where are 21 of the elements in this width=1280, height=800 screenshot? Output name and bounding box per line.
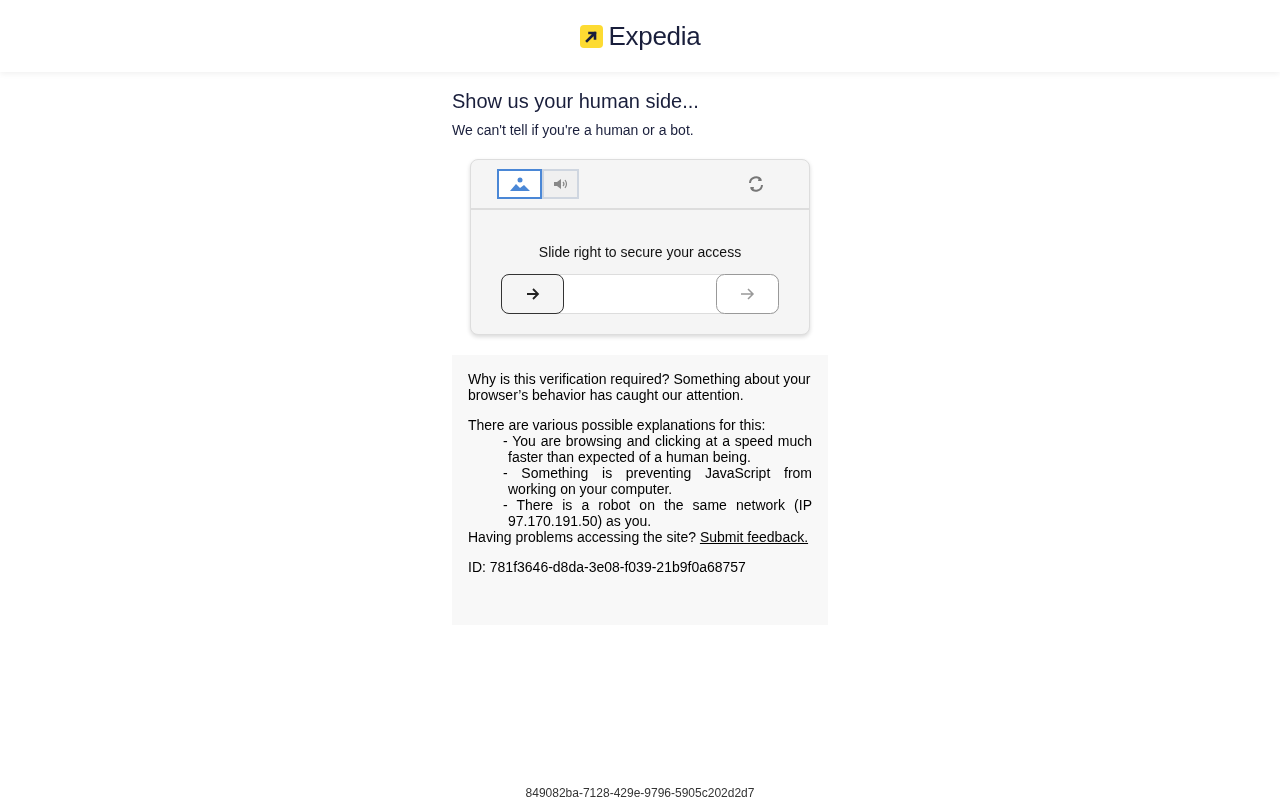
- arrow-logo-icon: [579, 24, 603, 48]
- image-tab[interactable]: [497, 169, 542, 199]
- info-paragraph: Why is this verification required? Something about your browser’s behavior has caught our attention.: [468, 371, 812, 403]
- explanation-item: - There is a robot on the same network (IP 97.170.191.50) as you.: [502, 497, 812, 529]
- explanation-item: - You are browsing and clicking at a speed much faster than expected of a human being.: [502, 433, 812, 465]
- page-heading: Show us your human side...: [452, 89, 700, 114]
- refresh-icon[interactable]: [747, 175, 765, 193]
- page-subheading: We can't tell if you're a human or a bot.: [452, 121, 695, 140]
- logo-text: Expedia: [608, 23, 701, 49]
- feedback-paragraph: Having problems accessing the site? Submit feedback.: [468, 529, 810, 545]
- speaker-icon: [552, 178, 569, 190]
- audio-tab[interactable]: [542, 169, 579, 199]
- explanation-item: - Something is preventing JavaScript from working on your computer.: [502, 465, 812, 497]
- explanations-title: There are various possible explanations for this:: [468, 417, 767, 433]
- slider-track[interactable]: [501, 274, 779, 314]
- landscape-icon: [509, 177, 530, 191]
- verification-id: ID: 781f3646-d8da-3e08-f039-21b9f0a68757: [468, 559, 747, 575]
- footer-id: 849082ba-7128-429e-9796-5905c202d2d7: [524, 786, 756, 800]
- slider-handle[interactable]: [501, 274, 564, 314]
- feedback-link[interactable]: Submit feedback.: [699, 529, 809, 545]
- slider-instruction: Slide right to secure your access: [537, 243, 743, 262]
